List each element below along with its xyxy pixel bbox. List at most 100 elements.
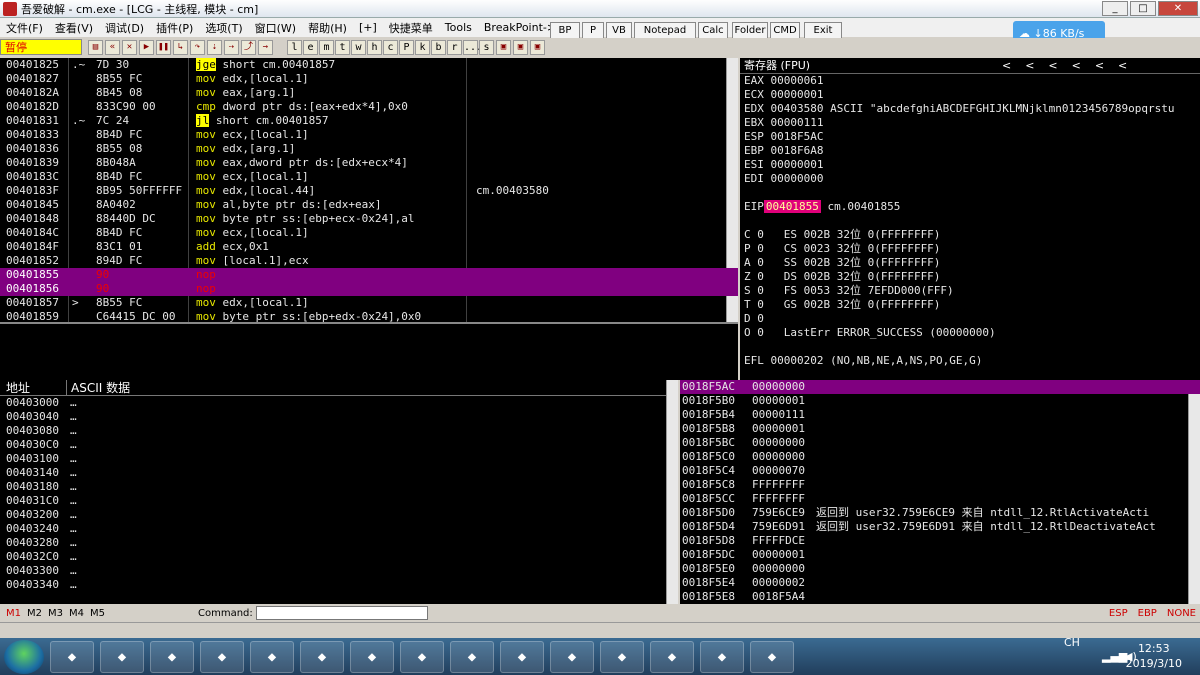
disasm-row[interactable]: 0040184C 8B4D FC mov ecx,[local.1] [0,226,738,240]
flag-segment-row[interactable]: P 0 CS 0023 32位 0(FFFFFFFF) [740,242,1200,256]
paint-icon[interactable]: ◆ [750,640,794,673]
stack-row[interactable]: 0018F5D4 759E6D91 返回到 user32.759E6D91 来自 n… [680,520,1200,534]
search-app-icon[interactable]: ◆ [500,640,544,673]
toolbar-letter-6[interactable]: c [383,39,398,55]
start-button[interactable] [4,639,44,674]
folder-icon[interactable]: ◆ [100,640,144,673]
disassembly-pane[interactable]: 00401825 .~ 7D 30 jge short cm.00401857 0040… [0,58,738,322]
archive-icon[interactable]: ◆ [450,640,494,673]
disasm-row[interactable]: 0040182D 833C90 00 cmp dword ptr ds:[eax+e… [0,100,738,114]
dump-row[interactable]: 00403280… [0,536,678,550]
maximize-button[interactable]: □ [1130,1,1156,16]
disasm-row[interactable]: 00401827 8B55 FC mov edx,[local.1] [0,72,738,86]
toolbar-letter-4[interactable]: w [351,39,366,55]
stack-row[interactable]: 0018F5C8 FFFFFFFF [680,478,1200,492]
dump-row[interactable]: 00403180… [0,480,678,494]
toolbar-letter-12[interactable]: s [479,39,494,55]
stack-row[interactable]: 0018F5CC FFFFFFFF [680,492,1200,506]
sogou-icon[interactable]: ◆ [200,640,244,673]
mark-m1[interactable]: M1 [6,608,21,619]
flag-segment-row[interactable]: Z 0 DS 002B 32位 0(FFFFFFFF) [740,270,1200,284]
disasm-row[interactable]: 00401848 88440D DC mov byte ptr ss:[ebp+ec… [0,212,738,226]
menu-item[interactable]: 窗口(W) [249,20,302,36]
trace-over-icon[interactable]: ⇢ [224,39,239,55]
disasm-row[interactable]: 00401845 8A0402 mov al,byte ptr ds:[edx+ea… [0,198,738,212]
register-edi[interactable]: EDI 00000000 [740,172,1200,186]
toolbar-letter-5[interactable]: h [367,39,382,55]
flag-segment-row[interactable]: O 0 LastErr ERROR_SUCCESS (00000000) [740,326,1200,340]
goto-icon[interactable]: → [258,39,273,55]
disasm-row[interactable]: 00401852 894D FC mov [local.1],ecx [0,254,738,268]
close-icon[interactable]: ✕ [122,39,137,55]
mark-m5[interactable]: M5 [90,608,105,619]
quick-button-folder[interactable]: Folder [732,22,768,39]
register-ebp[interactable]: EBP 0018F6A8 [740,144,1200,158]
dump-row[interactable]: 004032C0… [0,550,678,564]
dump-row[interactable]: 00403080… [0,424,678,438]
stack-row[interactable]: 0018F5B8 00000001 [680,422,1200,436]
disasm-row[interactable]: 00401839 8B048A mov eax,dword ptr ds:[edx+… [0,156,738,170]
register-ebx[interactable]: EBX 00000111 [740,116,1200,130]
dump-row[interactable]: 00403100… [0,452,678,466]
network-icon[interactable]: ◆ [350,640,394,673]
notes-app-icon[interactable]: ◆ [550,640,594,673]
run-icon[interactable]: ▶ [139,39,154,55]
close-button[interactable]: ✕ [1158,1,1198,16]
step-over-icon[interactable]: ↷ [190,39,205,55]
memory-dump-pane[interactable]: 地址 ASCII 数据 00403000… 00403040… 00403080… 0… [0,380,678,604]
lang-indicator[interactable]: CH [1064,636,1080,649]
step-into-icon[interactable]: ↳ [173,39,188,55]
quick-button-notepad[interactable]: Notepad [634,22,696,39]
registers-pane[interactable]: 寄存器 (FPU) < < < < < < EAX 00000061 ECX 0… [740,58,1200,380]
crack-icon[interactable]: ◆ [650,640,694,673]
baidu-cloud-icon[interactable]: ◆ [250,640,294,673]
toolbar-letter-2[interactable]: m [319,39,334,55]
command-input[interactable] [256,606,428,620]
help-icon[interactable]: ▣ [530,39,545,55]
disasm-row[interactable]: 00401855 90 nop [0,268,738,282]
menu-item[interactable]: 查看(V) [49,20,99,36]
stack-row[interactable]: 0018F5B0 00000001 [680,394,1200,408]
cmd-right-ebp[interactable]: EBP [1138,608,1157,619]
quick-button-cmd[interactable]: CMD [770,22,800,39]
menu-item[interactable]: 文件(F) [0,20,49,36]
disasm-row[interactable]: 00401859 C64415 DC 00 mov byte ptr ss:[ebp… [0,310,738,322]
dump-row[interactable]: 00403140… [0,466,678,480]
scanner-icon[interactable]: ◆ [600,640,644,673]
toolbar-letter-3[interactable]: t [335,39,350,55]
menu-item[interactable]: 插件(P) [150,20,199,36]
toolbar-letter-0[interactable]: l [287,39,302,55]
register-eax[interactable]: EAX 00000061 [740,74,1200,88]
dump-row[interactable]: 00403340… [0,578,678,592]
toolbar-letter-1[interactable]: e [303,39,318,55]
options-icon[interactable]: ▣ [513,39,528,55]
tool-icon[interactable]: ◆ [700,640,744,673]
stack-row[interactable]: 0018F5D0 759E6CE9 返回到 user32.759E6CE9 来自 n… [680,506,1200,520]
stack-row[interactable]: 0018F5C4 00000070 [680,464,1200,478]
notepad-icon[interactable]: ◆ [300,640,344,673]
stack-row[interactable]: 0018F5BC 00000000 [680,436,1200,450]
stack-row[interactable]: 0018F5DC 00000001 [680,548,1200,562]
stack-row[interactable]: 0018F5B4 00000111 [680,408,1200,422]
disasm-row[interactable]: 00401857 >8B55 FC mov edx,[local.1] [0,296,738,310]
cmd-right-none[interactable]: NONE [1167,608,1196,619]
stack-row[interactable]: 0018F5E0 00000000 [680,562,1200,576]
toolbar-letter-8[interactable]: k [415,39,430,55]
mark-m2[interactable]: M2 [27,608,42,619]
menu-item[interactable]: 调试(D) [99,20,150,36]
flag-segment-row[interactable]: T 0 GS 002B 32位 0(FFFFFFFF) [740,298,1200,312]
register-esp[interactable]: ESP 0018F5AC [740,130,1200,144]
plugin-icon[interactable]: ▣ [496,39,511,55]
media-icon[interactable]: ◆ [150,640,194,673]
register-edx[interactable]: EDX 00403580 ASCII "abcdefghiABCDEFGHIJK… [740,102,1200,116]
stack-row[interactable]: 0018F5C0 00000000 [680,450,1200,464]
disasm-row[interactable]: 00401831 .~ 7C 24 jl short cm.00401857 [0,114,738,128]
dump-row[interactable]: 00403000… [0,396,678,410]
register-esi[interactable]: ESI 00000001 [740,158,1200,172]
toolbar-letter-9[interactable]: b [431,39,446,55]
toolbar-letter-10[interactable]: r [447,39,462,55]
menu-item[interactable]: 快捷菜单 [383,20,439,36]
quick-button-calc[interactable]: Calc [698,22,728,39]
flag-segment-row[interactable]: C 0 ES 002B 32位 0(FFFFFFFF) [740,228,1200,242]
pause-icon[interactable]: ❚❚ [156,39,171,55]
